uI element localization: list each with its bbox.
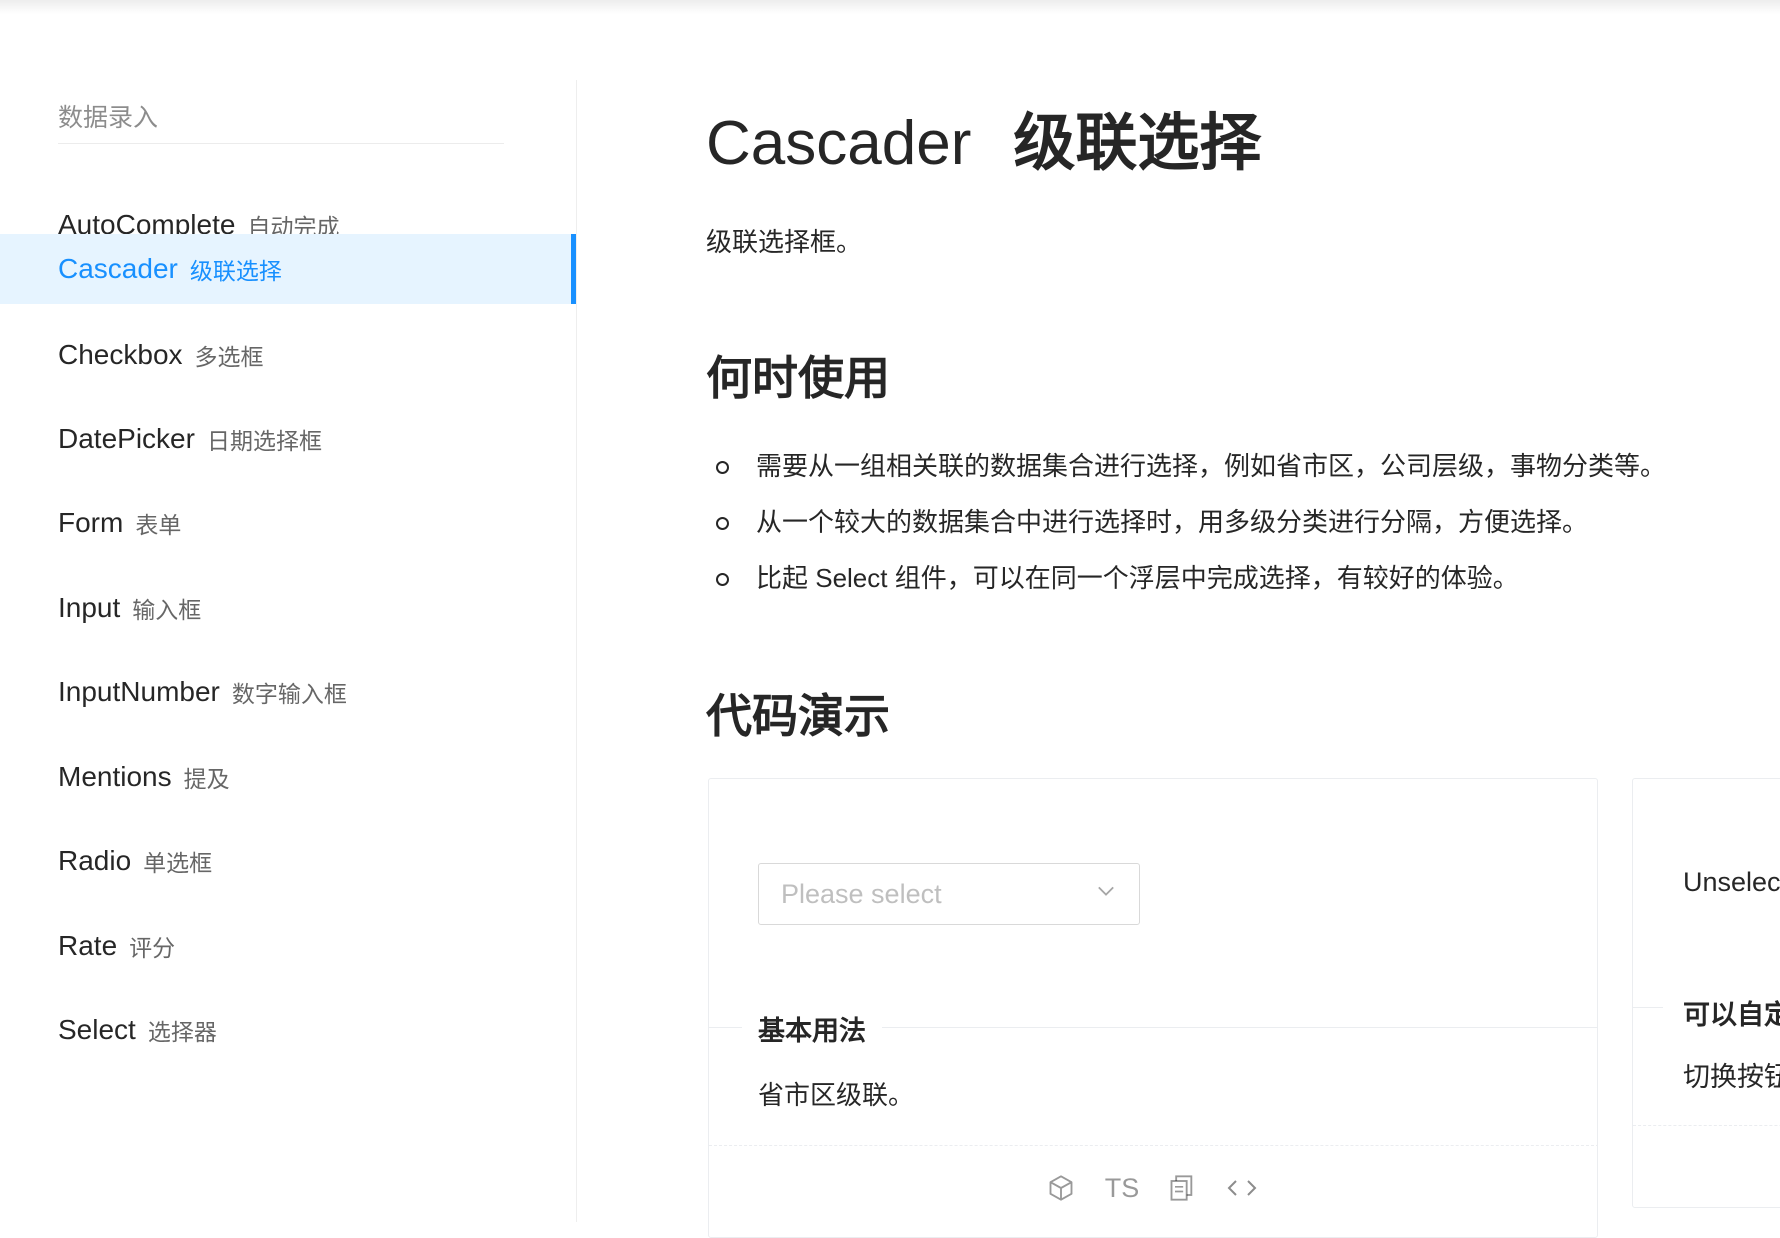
when-to-use-list: 需要从一组相关联的数据集合进行选择，例如省市区，公司层级，事物分类等。 从一个较… <box>706 444 1666 612</box>
sidebar-item-sublabel: 多选框 <box>194 344 264 370</box>
sidebar-item-radio[interactable]: Radio 单选框 <box>0 822 576 900</box>
sidebar-item-rate[interactable]: Rate 评分 <box>0 907 576 985</box>
when-to-use-heading: 何时使用 <box>706 352 890 404</box>
meta-divider <box>1633 1007 1663 1008</box>
cascader-select[interactable]: Please select <box>758 863 1140 925</box>
sidebar-item-sublabel: 选择器 <box>147 1019 217 1045</box>
page-title-cn: 级联选择 <box>1013 109 1262 178</box>
sidebar-item-sublabel: 表单 <box>135 512 182 538</box>
sidebar-item-label: Radio <box>58 845 132 876</box>
list-item: 从一个较大的数据集合中进行选择时，用多级分类进行分隔，方便选择。 <box>706 500 1666 556</box>
actions-divider <box>1633 1125 1780 1126</box>
page-description: 级联选择框。 <box>706 227 863 257</box>
sidebar-item-label: DatePicker <box>58 423 195 454</box>
codesandbox-icon[interactable] <box>1047 1174 1075 1202</box>
list-item: 需要从一组相关联的数据集合进行选择，例如省市区，公司层级，事物分类等。 <box>706 444 1666 500</box>
demo-card-custom: Unselec 可以自定 切换按钮 <box>1632 778 1780 1208</box>
menu-group-divider <box>58 143 504 144</box>
header-shadow <box>0 0 1780 14</box>
sidebar-item-inputnumber[interactable]: InputNumber 数字输入框 <box>0 653 576 731</box>
actions-divider <box>709 1145 1597 1146</box>
sidebar-item-checkbox[interactable]: Checkbox 多选框 <box>0 316 576 394</box>
sidebar-item-label: Checkbox <box>58 339 183 370</box>
unselect-text: Unselec <box>1683 867 1780 897</box>
demo-description: 省市区级联。 <box>758 1080 915 1110</box>
page-title: Cascader 级联选择 <box>706 92 1261 182</box>
demo-title: 可以自定 <box>1683 1000 1780 1030</box>
sidebar-item-mentions[interactable]: Mentions 提及 <box>0 738 576 816</box>
copy-icon[interactable] <box>1169 1174 1195 1202</box>
page-title-en: Cascader <box>706 109 972 178</box>
demo-title: 基本用法 <box>742 1009 882 1048</box>
code-expand-icon[interactable] <box>1225 1176 1259 1200</box>
ts-toggle-button[interactable]: TS <box>1105 1173 1140 1204</box>
sidebar-item-label: Rate <box>58 930 118 961</box>
sidebar-item-label: Input <box>58 592 121 623</box>
sidebar-item-sublabel: 数字输入框 <box>231 681 347 707</box>
sidebar-item-sublabel: 级联选择 <box>189 258 282 284</box>
sidebar-item-datepicker[interactable]: DatePicker 日期选择框 <box>0 400 576 478</box>
sidebar-item-select[interactable]: Select 选择器 <box>0 991 576 1069</box>
sidebar-item-label: Form <box>58 507 124 538</box>
sidebar-item-form[interactable]: Form 表单 <box>0 484 576 562</box>
demo-description: 切换按钮 <box>1683 1062 1780 1092</box>
chevron-down-icon <box>1098 886 1114 896</box>
sidebar-item-label: Mentions <box>58 761 172 792</box>
sidebar-item-sublabel: 输入框 <box>132 597 202 623</box>
demo-actions: TS <box>708 1166 1598 1210</box>
select-placeholder: Please select <box>781 878 942 909</box>
code-demo-heading: 代码演示 <box>706 690 890 742</box>
sidebar-item-sublabel: 单选框 <box>143 850 213 876</box>
sidebar-item-cascader[interactable]: Cascader 级联选择 <box>0 234 576 304</box>
menu-group-title: 数据录入 <box>58 104 159 132</box>
sidebar-item-label: Select <box>58 1014 136 1045</box>
sidebar-item-sublabel: 日期选择框 <box>206 428 322 454</box>
sidebar-item-label: InputNumber <box>58 676 220 707</box>
sidebar-menu: 数据录入 AutoComplete 自动完成 Cascader 级联选择 Che… <box>0 80 577 1222</box>
sidebar-item-sublabel: 评分 <box>129 935 176 961</box>
sidebar-item-label: Cascader <box>58 253 178 284</box>
list-item: 比起 Select 组件，可以在同一个浮层中完成选择，有较好的体验。 <box>706 556 1666 612</box>
sidebar-item-input[interactable]: Input 输入框 <box>0 569 576 647</box>
sidebar-item-sublabel: 提及 <box>183 766 230 792</box>
